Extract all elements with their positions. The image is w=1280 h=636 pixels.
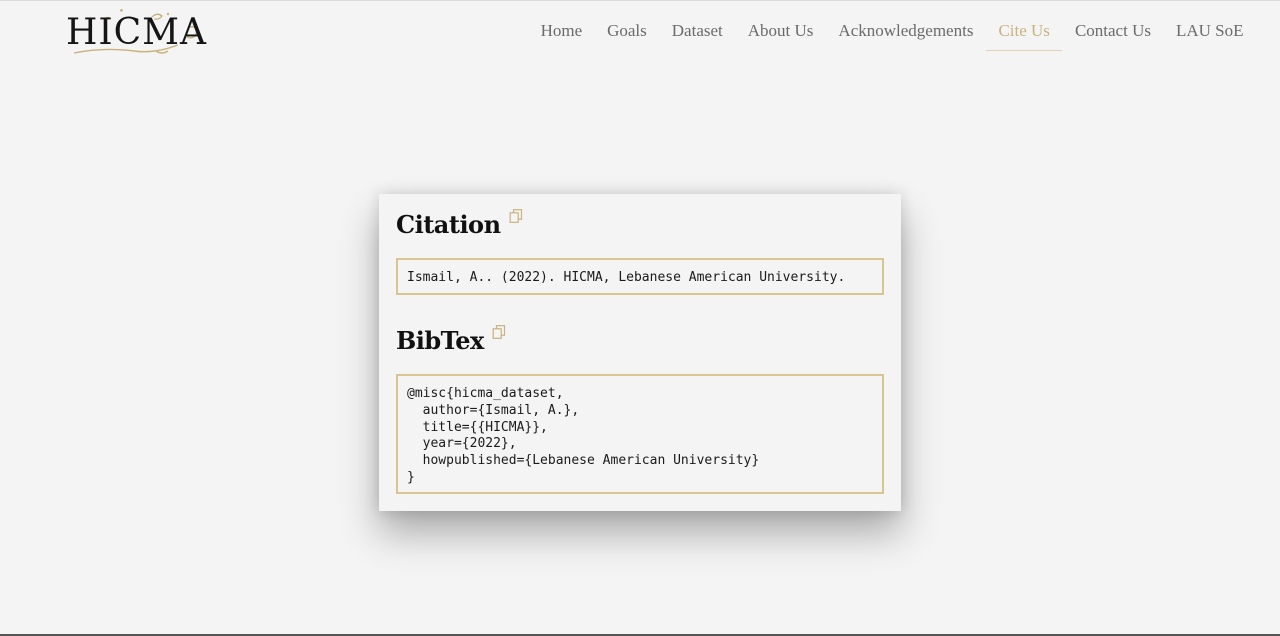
citation-text: Ismail, A.. (2022). HICMA, Lebanese Amer… (407, 270, 846, 285)
bibtex-title: BibTex (396, 326, 484, 355)
nav-goals[interactable]: Goals (595, 15, 659, 51)
page: HICMA Home Goals Dataset About Us Acknow… (0, 0, 1280, 636)
copy-icon[interactable] (492, 324, 506, 339)
bibtex-line: howpublished={Lebanese American Universi… (407, 453, 760, 469)
bibtex-line: year={2022}, (407, 436, 517, 452)
nav-cite-us[interactable]: Cite Us (986, 15, 1062, 51)
nav-home[interactable]: Home (529, 15, 595, 51)
logo-text: HICMA (66, 12, 208, 53)
bibtex-code-box: @misc{hicma_dataset, author={Ismail, A.}… (396, 374, 884, 494)
cite-card: Citation Ismail, A.. (2022). HICMA, Leba… (379, 194, 901, 511)
copy-icon[interactable] (509, 208, 523, 223)
nav-acknowledgements[interactable]: Acknowledgements (826, 15, 985, 51)
citation-heading: Citation (396, 208, 523, 239)
citation-title: Citation (396, 210, 501, 239)
hicma-logo[interactable]: HICMA (64, 5, 208, 61)
nav-about-us[interactable]: About Us (736, 15, 826, 51)
bibtex-line: } (407, 469, 415, 485)
nav-lau-soe[interactable]: LAU SoE (1164, 15, 1256, 51)
bibtex-heading: BibTex (396, 324, 506, 355)
bibtex-line: author={Ismail, A.}, (407, 402, 580, 418)
main-nav: Home Goals Dataset About Us Acknowledgem… (528, 15, 1256, 51)
nav-contact-us[interactable]: Contact Us (1063, 15, 1163, 51)
citation-text-box: Ismail, A.. (2022). HICMA, Lebanese Amer… (396, 258, 884, 295)
bibtex-line: @misc{hicma_dataset, (407, 386, 564, 401)
nav-dataset[interactable]: Dataset (660, 15, 735, 51)
bibtex-line: title={{HICMA}}, (407, 419, 548, 435)
